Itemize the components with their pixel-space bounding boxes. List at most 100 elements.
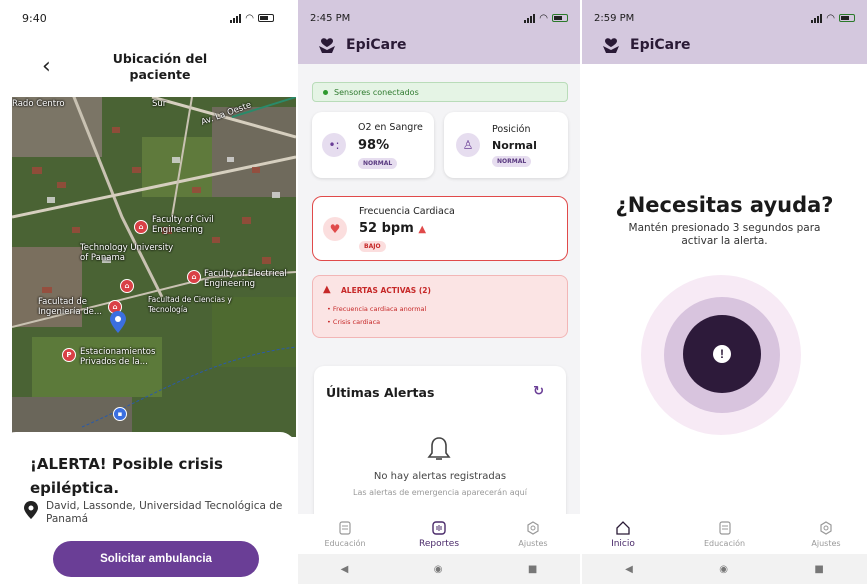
satellite-map-image xyxy=(12,97,296,437)
bus-stop-icon[interactable]: ▪ xyxy=(113,407,127,421)
map-view[interactable]: Rado Centro Sur Av. La Oeste ⌂ Faculty o… xyxy=(12,97,296,437)
o2-card[interactable]: •: O2 en Sangre 98% NORMAL xyxy=(312,112,434,178)
map-label-facultad-ciencias: Facultad de Ciencias y Tecnología xyxy=(148,295,232,314)
heart-rate-value-row: 52 bpm ▲ xyxy=(359,221,426,236)
patient-location-screen: 9:40 ◠ ‹ Ubicación del paciente Rado Cen… xyxy=(0,0,296,584)
o2-status-badge: NORMAL xyxy=(358,158,398,169)
location-text: David, Lassonde, Universidad Tecnológica… xyxy=(46,500,283,525)
nav-item-educacion[interactable]: Educación xyxy=(310,520,380,548)
system-back-icon[interactable]: ◀ xyxy=(341,564,349,575)
refresh-icon[interactable]: ↻ xyxy=(533,384,544,399)
nav-label: Educación xyxy=(703,539,746,548)
active-alerts-box: ▲ ALERTAS ACTIVAS (2) • Frecuencia cardi… xyxy=(312,275,568,338)
help-title: ¿Necesitas ayuda? xyxy=(615,193,834,217)
status-bar: 9:40 ◠ xyxy=(0,0,296,36)
alert-title: ¡ALERTA! Posible crisis epiléptica. xyxy=(30,455,223,497)
system-navigation: ◀ ◉ ■ xyxy=(582,554,867,584)
help-screen: 2:59 PM ◠ EpiCare ¿Necesitas ayuda? Mant… xyxy=(582,0,867,584)
status-icons: ◠ xyxy=(230,13,274,24)
signal-icon xyxy=(524,13,536,23)
bottom-navigation: Educación Reportes Ajustes xyxy=(298,514,580,554)
status-icons: ◠ xyxy=(524,13,568,24)
parking-pin-icon[interactable]: P xyxy=(62,348,76,362)
faculty-pin-icon[interactable]: ⌂ xyxy=(187,270,201,284)
heart-rate-card[interactable]: ♥ Frecuencia Cardiaca 52 bpm ▲ BAJO xyxy=(312,196,568,261)
location-row: David, Lassonde, Universidad Tecnológica… xyxy=(24,500,290,526)
o2-bubbles-icon: •: xyxy=(322,133,346,157)
system-home-icon[interactable]: ◉ xyxy=(719,564,728,575)
page-title: Ubicación del paciente xyxy=(112,51,208,82)
position-card[interactable]: ♙ Posición Normal NORMAL xyxy=(444,112,568,178)
nav-label: Inicio xyxy=(611,538,635,549)
sos-button[interactable]: ! xyxy=(683,315,761,393)
system-back-icon[interactable]: ◀ xyxy=(625,564,633,575)
system-recents-icon[interactable]: ■ xyxy=(528,564,537,575)
last-alerts-title: Últimas Alertas xyxy=(326,385,435,400)
nav-item-ajustes[interactable]: Ajustes xyxy=(498,520,568,548)
heart-rate-label: Frecuencia Cardiaca xyxy=(359,206,455,217)
settings-icon xyxy=(525,520,541,536)
status-bar: 2:59 PM ◠ xyxy=(582,0,867,36)
wifi-icon: ◠ xyxy=(539,12,548,24)
status-time: 2:59 PM xyxy=(594,12,635,24)
nav-item-reportes[interactable]: Reportes xyxy=(404,520,474,549)
system-recents-icon[interactable]: ■ xyxy=(814,564,823,575)
help-subtitle: Mantén presionado 3 segundos para activa… xyxy=(628,222,821,247)
heart-icon: ♥ xyxy=(323,217,347,241)
app-brand: EpiCare xyxy=(602,36,691,54)
faculty-pin-icon[interactable]: ⌂ xyxy=(134,220,148,234)
home-icon xyxy=(615,520,631,536)
position-label: Posición xyxy=(492,124,531,135)
battery-icon xyxy=(839,14,855,22)
status-time: 9:40 xyxy=(22,11,47,25)
position-status-badge: NORMAL xyxy=(492,156,532,167)
app-name: EpiCare xyxy=(630,37,691,53)
nav-label: Reportes xyxy=(418,538,460,549)
map-label-faculty-civil: Faculty of Civil Engineering xyxy=(152,215,214,235)
no-alerts-text: No hay alertas registradas xyxy=(373,471,507,482)
o2-label: O2 en Sangre xyxy=(358,122,423,133)
signal-icon xyxy=(230,13,242,23)
map-label-facultad-ingenieria: Facultad de Ingeniería de... xyxy=(38,297,102,317)
faculty-pin-icon[interactable]: ⌂ xyxy=(120,279,134,293)
document-icon xyxy=(717,520,733,536)
exclamation-icon: ! xyxy=(713,345,731,363)
nav-label: Educación xyxy=(324,539,366,548)
request-ambulance-button[interactable]: Solicitar ambulancia xyxy=(53,541,259,577)
status-time: 2:45 PM xyxy=(310,12,351,24)
map-label-technology: Technology University of Panama xyxy=(80,243,174,263)
map-label: Rado Centro xyxy=(12,99,65,109)
signal-icon xyxy=(811,13,823,23)
no-alerts-subtext: Las alertas de emergencia aparecerán aqu… xyxy=(353,488,527,497)
nav-item-educacion[interactable]: Educación xyxy=(690,520,760,548)
location-pin-icon xyxy=(24,501,38,519)
app-brand: EpiCare xyxy=(318,36,407,54)
document-icon xyxy=(337,520,353,536)
status-dot-icon xyxy=(323,89,328,95)
hands-heart-logo-icon xyxy=(603,38,619,53)
map-label-faculty-electrical: Faculty of Electrical Engineering xyxy=(204,269,287,289)
status-icons: ◠ xyxy=(811,13,855,24)
patient-location-marker-icon[interactable] xyxy=(110,311,126,333)
status-bar: 2:45 PM ◠ xyxy=(298,0,580,36)
sensors-status-text: Sensores conectados xyxy=(334,87,419,97)
map-label-sur: Sur xyxy=(152,99,167,109)
position-value: Normal xyxy=(492,139,537,152)
system-navigation: ◀ ◉ ■ xyxy=(298,554,580,584)
active-alert-item: • Frecuencia cardiaca anormal xyxy=(327,305,427,313)
heart-rate-value: 52 bpm xyxy=(359,221,414,236)
system-home-icon[interactable]: ◉ xyxy=(434,564,443,575)
nav-item-inicio[interactable]: Inicio xyxy=(588,520,658,549)
hands-heart-logo-icon xyxy=(319,38,335,53)
last-alerts-card: Últimas Alertas ↻ No hay alertas registr… xyxy=(314,366,566,526)
nav-label: Ajustes xyxy=(811,539,841,548)
settings-icon xyxy=(818,520,834,536)
bottom-navigation: Inicio Educación Ajustes xyxy=(582,514,867,554)
wifi-icon: ◠ xyxy=(245,12,254,24)
person-standing-icon: ♙ xyxy=(456,133,480,157)
back-arrow-icon[interactable]: ‹ xyxy=(42,56,51,78)
nav-item-ajustes[interactable]: Ajustes xyxy=(791,520,861,548)
nav-label: Ajustes xyxy=(518,539,548,548)
battery-icon xyxy=(552,14,568,22)
active-alerts-title: ALERTAS ACTIVAS (2) xyxy=(341,286,431,295)
